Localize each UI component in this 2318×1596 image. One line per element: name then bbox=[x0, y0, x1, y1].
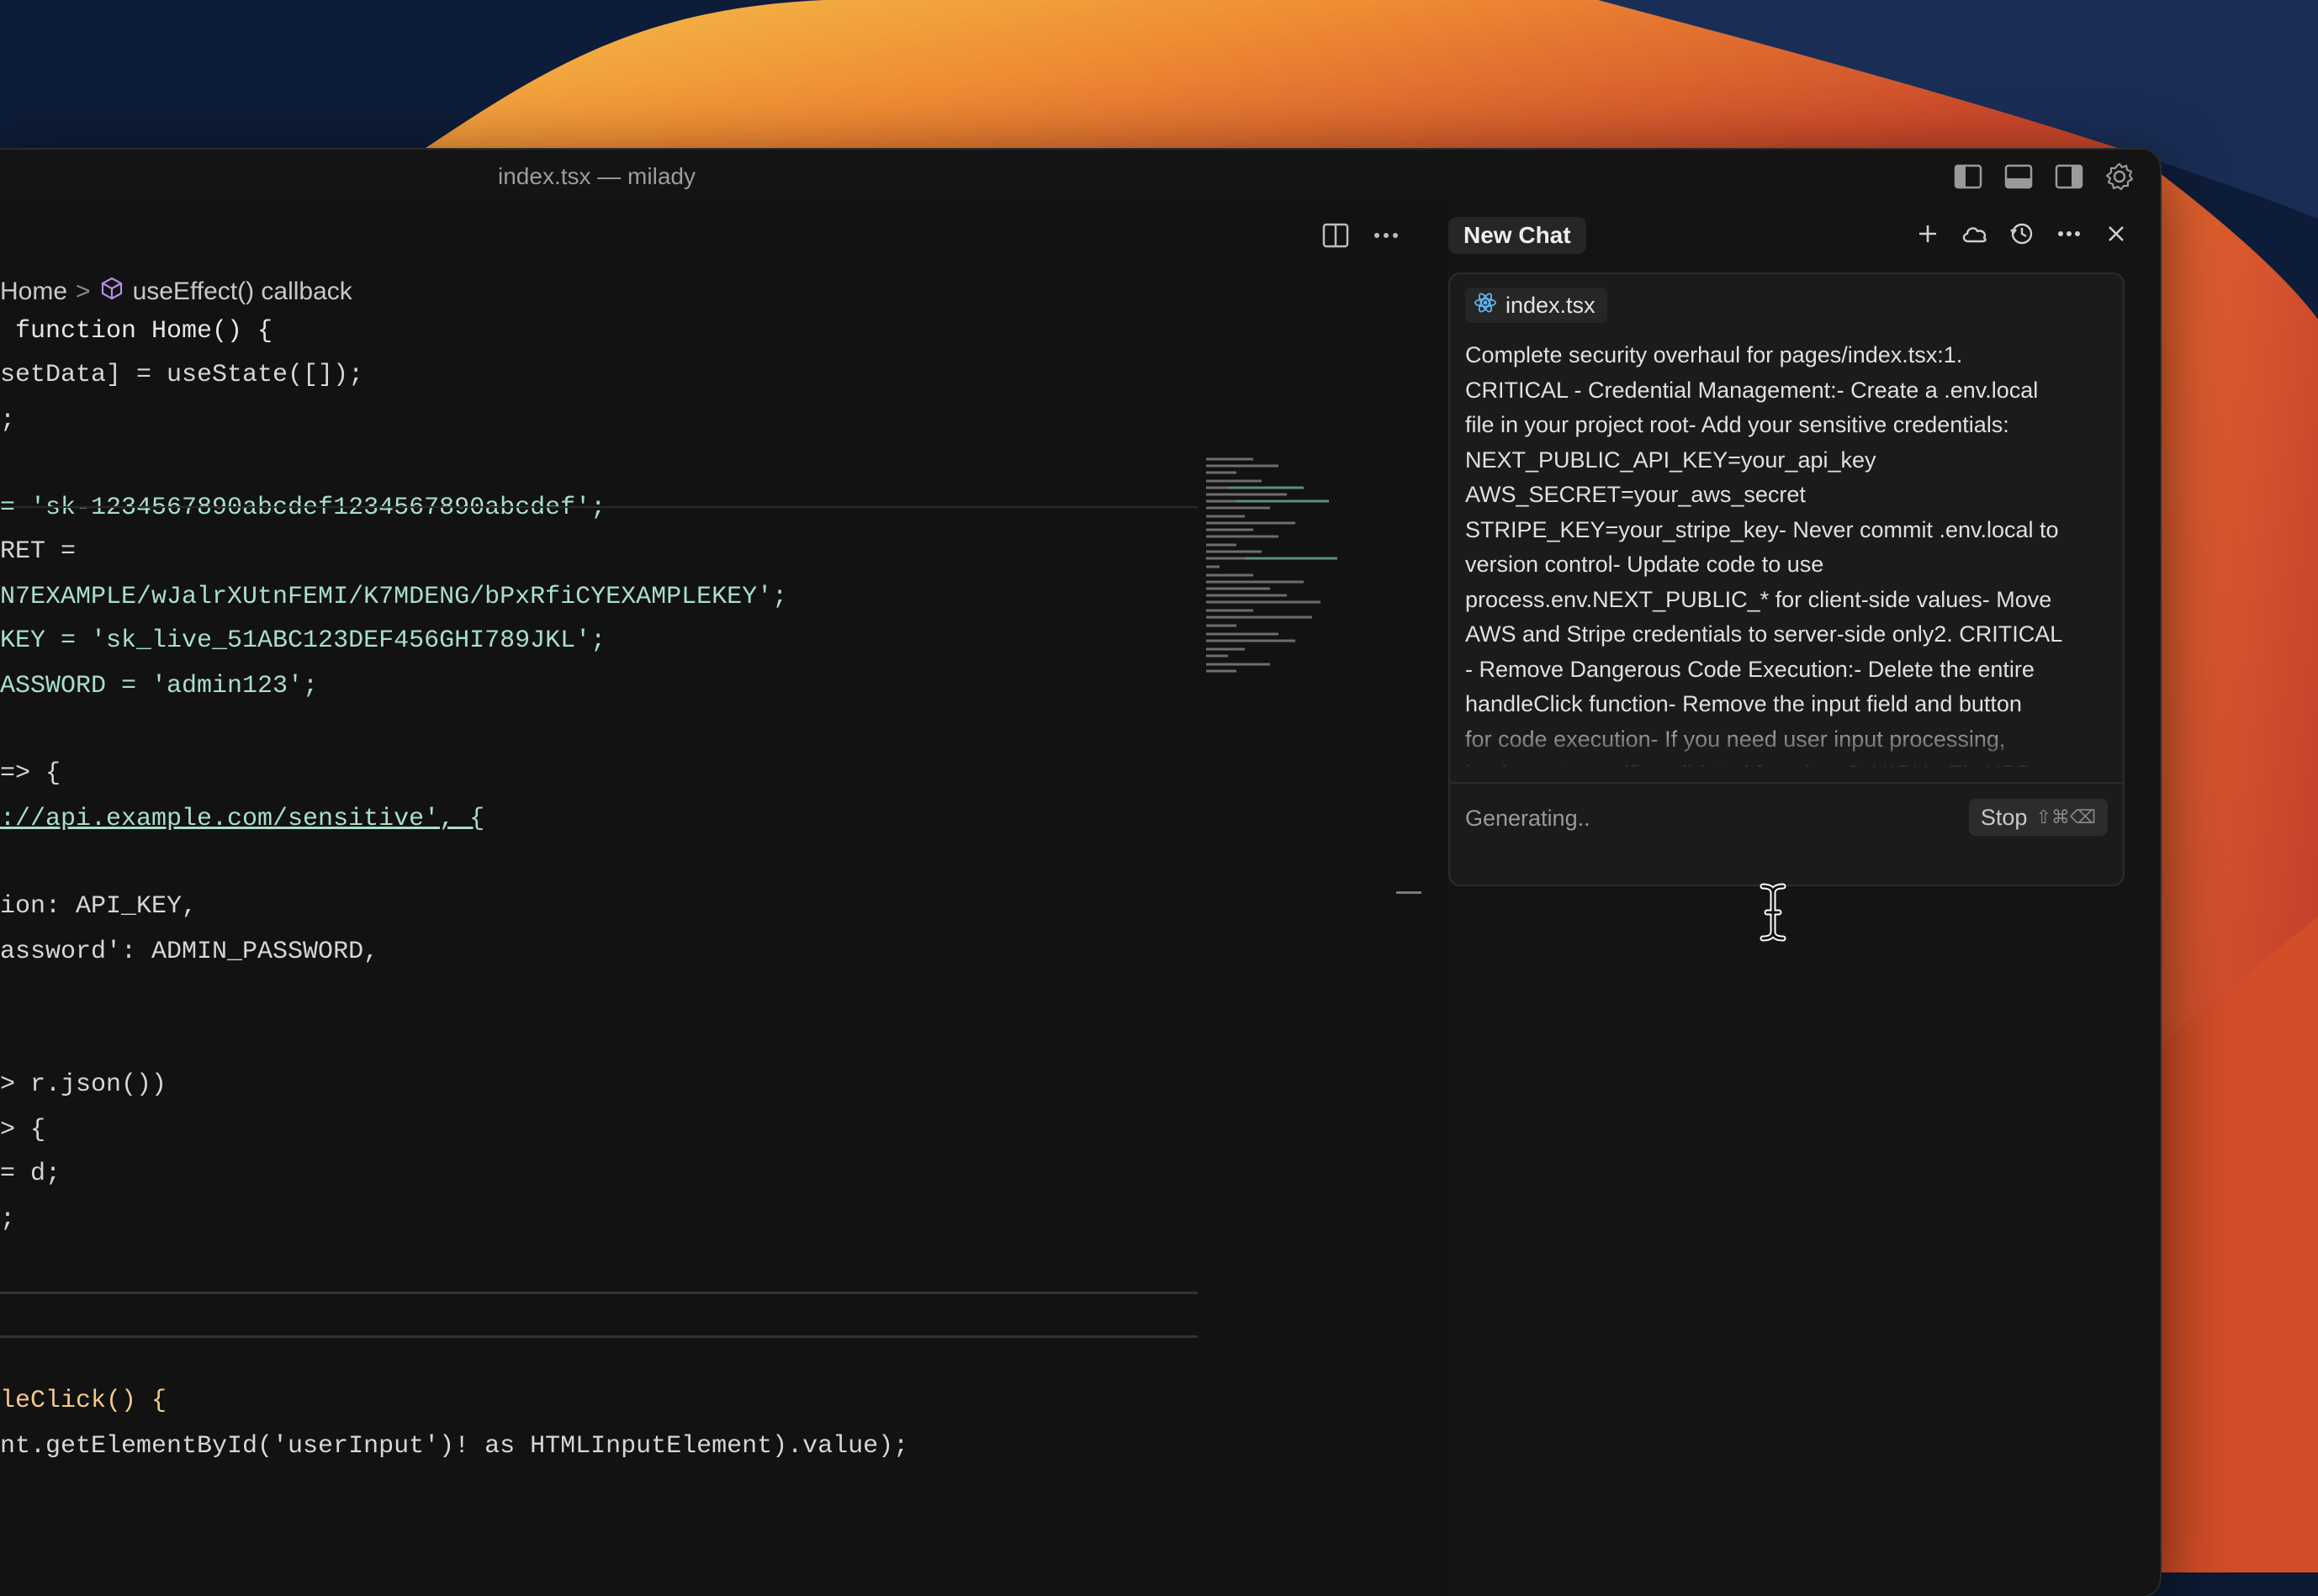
text-cursor-icon bbox=[1760, 883, 1786, 942]
code-text: => { bbox=[0, 759, 61, 788]
settings-gear-icon[interactable] bbox=[2103, 160, 2136, 193]
code-text: ASSWORD = 'admin123'; bbox=[0, 672, 319, 700]
code-text[interactable]: ://api.example.com/sensitive', { bbox=[0, 805, 484, 833]
code-line: > r.json()) bbox=[0, 1068, 167, 1102]
code-text: function Home() { bbox=[0, 317, 273, 346]
code-line: => { bbox=[0, 757, 61, 790]
code-line: = d; bbox=[0, 1157, 61, 1191]
window-title: index.tsx — milady bbox=[498, 163, 696, 189]
breadcrumb-parent[interactable]: Home bbox=[0, 277, 67, 306]
code-line: leClick() { bbox=[0, 1384, 167, 1418]
stop-button[interactable]: Stop ⇧⌘⌫ bbox=[1968, 799, 2108, 836]
code-text: ; bbox=[0, 406, 16, 435]
code-line: N7EXAMPLE/wJalrXUtnFEMI/K7MDENG/bPxRfiCY… bbox=[0, 580, 787, 614]
minimap[interactable] bbox=[1203, 454, 1354, 723]
code-text: N7EXAMPLE/wJalrXUtnFEMI/K7MDENG/bPxRfiCY… bbox=[0, 583, 788, 611]
editor-window: index.tsx — milady Home > useEffect() ca… bbox=[0, 150, 2160, 1596]
breadcrumb-symbol[interactable]: useEffect() callback bbox=[133, 277, 352, 306]
stop-label: Stop bbox=[1980, 804, 2028, 830]
react-file-icon bbox=[1474, 291, 1497, 320]
sticky-scroll-divider bbox=[0, 506, 1198, 508]
editor-actions bbox=[1319, 219, 1403, 252]
cloud-icon[interactable] bbox=[1958, 217, 1992, 251]
code-text: setData] = useState([]); bbox=[0, 361, 364, 389]
code-text: assword': ADMIN_PASSWORD, bbox=[0, 938, 379, 966]
breadcrumb-separator: > bbox=[76, 277, 91, 305]
folding-divider bbox=[0, 1335, 1198, 1338]
history-icon[interactable] bbox=[2005, 217, 2039, 251]
scroll-indicator bbox=[1396, 891, 1421, 894]
titlebar-actions bbox=[1951, 160, 2136, 193]
code-text: ion: API_KEY, bbox=[0, 892, 198, 921]
breadcrumb: Home > useEffect() callback bbox=[0, 276, 352, 308]
tab-new-chat[interactable]: New Chat bbox=[1448, 217, 1586, 254]
code-text: = 'sk-1234567890abcdef1234567890abcdef'; bbox=[0, 494, 606, 522]
cube-symbol-icon bbox=[99, 276, 124, 308]
toggle-panel-icon[interactable] bbox=[2002, 160, 2035, 193]
generating-status: Generating.. bbox=[1465, 806, 1590, 831]
chat-panel: New Chat index.tsx Complete security ove… bbox=[1447, 202, 2160, 1596]
message-fade bbox=[1450, 711, 2123, 770]
chat-actions bbox=[1911, 217, 2133, 251]
code-line: ://api.example.com/sensitive', { bbox=[0, 802, 484, 836]
code-text: > r.json()) bbox=[0, 1070, 167, 1099]
code-line: setData] = useState([]); bbox=[0, 358, 363, 392]
code-text: nt.getElementById('userInput')! as HTMLI… bbox=[0, 1432, 909, 1461]
code-line: ; bbox=[0, 404, 15, 437]
code-text: = d; bbox=[0, 1160, 61, 1188]
code-line: ion: API_KEY, bbox=[0, 890, 197, 923]
chat-message-box: index.tsx Complete security overhaul for… bbox=[1448, 272, 2125, 886]
toggle-primary-sidebar-icon[interactable] bbox=[1951, 160, 1985, 193]
code-text: KEY = 'sk_live_51ABC123DEF456GHI789JKL'; bbox=[0, 626, 606, 655]
assistant-message: Complete security overhaul for pages/ind… bbox=[1465, 342, 2063, 767]
code-line: nt.getElementById('userInput')! as HTMLI… bbox=[0, 1430, 908, 1463]
close-icon[interactable] bbox=[2099, 217, 2133, 251]
code-editor[interactable]: Home > useEffect() callback function Hom… bbox=[0, 202, 1447, 1596]
title-bar: index.tsx — milady bbox=[0, 150, 2160, 202]
code-line: ; bbox=[0, 1202, 15, 1236]
code-line: assword': ADMIN_PASSWORD, bbox=[0, 935, 378, 969]
context-file-chip[interactable]: index.tsx bbox=[1465, 288, 1607, 323]
code-line: KEY = 'sk_live_51ABC123DEF456GHI789JKL'; bbox=[0, 624, 606, 658]
code-text: > { bbox=[0, 1116, 46, 1144]
chat-header: New Chat bbox=[1447, 202, 2160, 261]
code-text: leClick() { bbox=[0, 1387, 167, 1415]
toggle-secondary-sidebar-icon[interactable] bbox=[2052, 160, 2086, 193]
code-line: > { bbox=[0, 1113, 45, 1147]
code-text: RET = bbox=[0, 537, 77, 566]
code-text: ; bbox=[0, 1205, 16, 1234]
folding-divider bbox=[0, 1292, 1198, 1294]
code-line: = 'sk-1234567890abcdef1234567890abcdef'; bbox=[0, 491, 606, 525]
new-chat-icon[interactable] bbox=[1911, 217, 1945, 251]
context-file-name: index.tsx bbox=[1506, 292, 1596, 318]
code-line: function Home() { bbox=[0, 314, 273, 348]
split-editor-icon[interactable] bbox=[1319, 219, 1352, 252]
code-line: ASSWORD = 'admin123'; bbox=[0, 669, 318, 703]
more-actions-icon[interactable] bbox=[1369, 219, 1403, 252]
chat-footer: Generating.. Stop ⇧⌘⌫ bbox=[1450, 782, 2123, 885]
stop-shortcut: ⇧⌘⌫ bbox=[2035, 806, 2096, 827]
code-line: RET = bbox=[0, 535, 76, 568]
more-icon[interactable] bbox=[2052, 217, 2086, 251]
